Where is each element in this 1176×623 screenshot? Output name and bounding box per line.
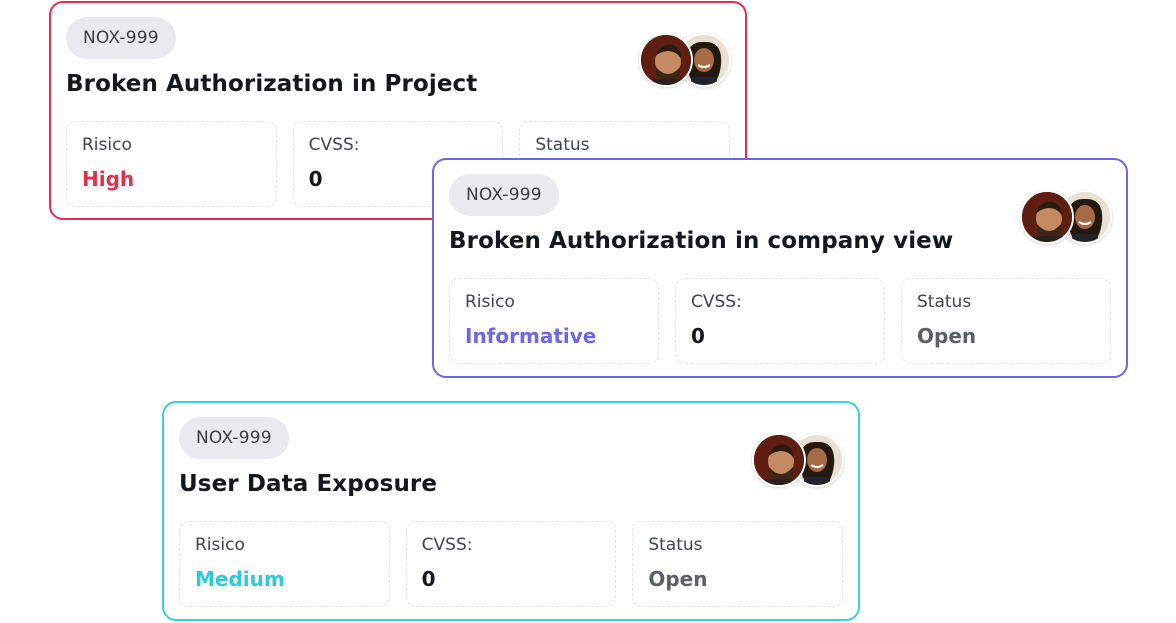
- risk-label: Risico: [195, 535, 245, 555]
- cvss-value: 0: [691, 324, 705, 348]
- cvss-stat: CVSS: 0: [405, 521, 617, 607]
- status-label: Status: [535, 135, 590, 155]
- risk-label: Risico: [465, 292, 515, 312]
- cvss-label: CVSS:: [421, 535, 473, 555]
- risk-stat: Risico Informative: [449, 278, 659, 364]
- issue-id-tag: NOX-999: [179, 417, 289, 459]
- assignee-avatars: [752, 433, 844, 487]
- status-label: Status: [648, 535, 703, 555]
- issue-title: User Data Exposure: [179, 471, 438, 497]
- issue-stats: Risico Informative CVSS: 0 Status Open: [449, 278, 1111, 364]
- risk-stat: Risico High: [66, 121, 277, 207]
- avatar-man[interactable]: [1020, 190, 1074, 244]
- cvss-label: CVSS:: [308, 135, 360, 155]
- risk-value: High: [82, 167, 135, 191]
- status-stat: Status Open: [901, 278, 1111, 364]
- avatar-man-icon: [754, 435, 804, 485]
- avatar-man-icon: [1022, 192, 1072, 242]
- assignee-avatars: [1020, 190, 1112, 244]
- status-stat: Status Open: [632, 521, 844, 607]
- cvss-value: 0: [421, 567, 436, 591]
- risk-stat: Risico Medium: [179, 521, 390, 607]
- cvss-label: CVSS:: [691, 292, 742, 312]
- status-value: Open: [648, 567, 708, 591]
- avatar-man[interactable]: [752, 433, 806, 487]
- issue-id-tag: NOX-999: [449, 174, 559, 216]
- cvss-stat: CVSS: 0: [675, 278, 885, 364]
- avatar-man[interactable]: [639, 33, 693, 87]
- avatar-man-icon: [641, 35, 691, 85]
- issue-title: Broken Authorization in company view: [449, 228, 954, 254]
- canvas: NOX-999 Broken Authorization in Project …: [0, 0, 1176, 623]
- issue-card-user-data-exposure[interactable]: NOX-999 User Data Exposure Risico Medium…: [162, 401, 860, 621]
- status-value: Open: [917, 324, 977, 348]
- risk-value: Informative: [465, 324, 597, 348]
- status-label: Status: [917, 292, 972, 312]
- issue-card-broken-authorization-company[interactable]: NOX-999 Broken Authorization in company …: [432, 158, 1128, 378]
- issue-id-tag: NOX-999: [66, 17, 176, 59]
- assignee-avatars: [639, 33, 731, 87]
- issue-title: Broken Authorization in Project: [66, 71, 478, 97]
- risk-label: Risico: [82, 135, 132, 155]
- issue-stats: Risico Medium CVSS: 0 Status Open: [179, 521, 844, 607]
- risk-value: Medium: [195, 567, 285, 591]
